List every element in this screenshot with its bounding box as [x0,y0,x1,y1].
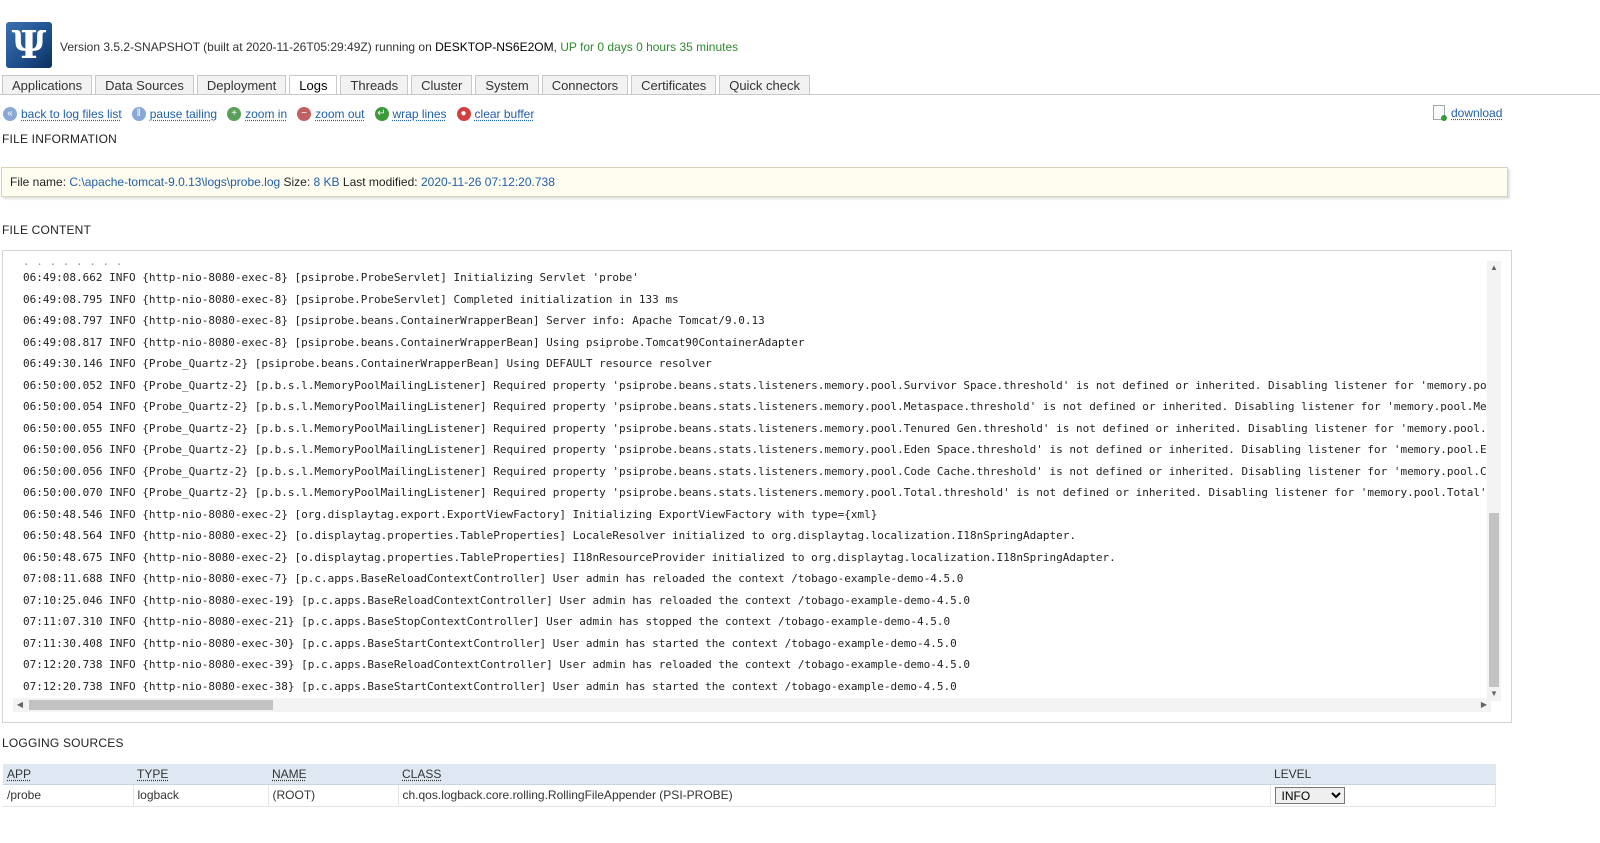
main-tabs: Applications Data Sources Deployment Log… [2,75,813,95]
column-header-name[interactable]: NAME [268,764,398,785]
log-line: 06:50:00.056 INFO {Probe_Quartz-2} [p.b.… [23,443,1489,456]
zoom-in-label: zoom in [245,107,288,121]
log-line: 06:49:08.662 INFO {http-nio-8080-exec-8}… [23,271,639,284]
log-line: 07:11:07.310 INFO {http-nio-8080-exec-21… [23,615,951,628]
log-line: 06:50:48.675 INFO {http-nio-8080-exec-2}… [23,550,1116,564]
log-line: 06:50:00.054 INFO {Probe_Quartz-2} [p.b.… [23,400,1489,413]
pause-tailing-label: pause tailing [149,107,218,121]
file-info-box: File name: C:\apache-tomcat-9.0.13\logs\… [1,167,1508,197]
file-size-label: Size: [283,175,311,189]
download-label: download [1451,105,1503,120]
file-name-value: C:\apache-tomcat-9.0.13\logs\probe.log [69,175,281,189]
vertical-scrollbar[interactable]: ▲ ▼ [1487,261,1501,701]
clear-buffer-label: clear buffer [474,107,535,121]
vertical-scroll-thumb[interactable] [1489,513,1499,687]
scroll-right-icon[interactable]: ▶ [1477,698,1491,712]
scroll-up-icon[interactable]: ▲ [1487,261,1501,275]
tab-connectors[interactable]: Connectors [541,75,629,95]
log-line: 06:50:00.052 INFO {Probe_Quartz-2} [p.b.… [23,378,1489,392]
pause-tailing-button[interactable]: ‖ pause tailing [131,107,218,121]
log-line: 06:50:48.564 INFO {http-nio-8080-exec-2}… [23,529,1076,542]
file-content-title: FILE CONTENT [2,223,92,237]
clear-buffer-button[interactable]: ● clear buffer [456,107,535,121]
zoom-out-icon: − [297,107,312,121]
horizontal-scroll-thumb[interactable] [29,700,273,710]
log-line: 06:49:30.146 INFO {Probe_Quartz-2} [psip… [23,357,712,370]
log-line: 06:50:00.056 INFO {Probe_Quartz-2} [p.b.… [23,464,1489,478]
pause-icon: ‖ [131,107,146,121]
cell-class: ch.qos.logback.core.rolling.RollingFileA… [398,784,1271,807]
log-line: 07:12:20.738 INFO {http-nio-8080-exec-38… [23,679,957,693]
host-name: DESKTOP-NS6E2OM [435,40,554,54]
level-select[interactable]: INFO [1274,786,1345,804]
cell-name: (ROOT) [268,784,399,807]
psi-probe-logo[interactable]: Ψ [6,22,52,68]
tab-threads[interactable]: Threads [340,75,409,95]
version-text: Version 3.5.2-SNAPSHOT (built at 2020-11… [60,40,436,54]
column-header-type[interactable]: TYPE [133,764,268,785]
log-line: 06:49:08.795 INFO {http-nio-8080-exec-8}… [23,292,679,306]
file-information-title: FILE INFORMATION [2,132,117,146]
cell-type: logback [133,784,269,807]
wrap-lines-button[interactable]: ↵ wrap lines [374,107,447,121]
tab-cluster[interactable]: Cluster [411,75,473,95]
tab-deployment[interactable]: Deployment [196,75,287,95]
log-line: 06:50:00.070 INFO {Probe_Quartz-2} [p.b.… [23,486,1489,499]
tabs-divider [0,94,1600,95]
version-info: Version 3.5.2-SNAPSHOT (built at 2020-11… [60,40,738,54]
column-header-app[interactable]: APP [3,764,133,785]
zoom-out-button[interactable]: − zoom out [297,107,365,121]
log-line: 07:11:30.408 INFO {http-nio-8080-exec-30… [23,636,957,650]
cell-level: INFO [1270,784,1496,807]
file-name-label: File name: [10,175,67,189]
zoom-in-button[interactable]: + zoom in [227,107,287,121]
logging-sources-table: APP TYPE NAME CLASS LEVEL /probe logback… [3,764,1496,807]
scroll-left-icon[interactable]: ◀ [13,698,27,712]
table-header-row: APP TYPE NAME CLASS LEVEL [3,764,1496,785]
last-modified-label: Last modified: [342,175,418,189]
logging-sources-title: LOGGING SOURCES [2,736,124,750]
file-size-value: 8 KB [313,175,340,189]
back-to-list-button[interactable]: « back to log files list [3,107,122,121]
column-header-level: LEVEL [1270,764,1496,785]
header: Ψ Version 3.5.2-SNAPSHOT (built at 2020-… [4,20,1594,70]
back-icon: « [3,107,17,121]
log-viewer[interactable]: . . . . . . . . 06:49:08.662 INFO {http-… [2,250,1512,723]
tab-data-sources[interactable]: Data Sources [95,75,194,95]
wrap-lines-label: wrap lines [392,107,447,121]
log-line: 07:12:20.738 INFO {http-nio-8080-exec-39… [23,658,971,671]
column-header-class[interactable]: CLASS [398,764,1270,785]
log-line: 06:49:08.817 INFO {http-nio-8080-exec-8}… [23,335,805,349]
horizontal-scrollbar[interactable]: ◀ ▶ [13,698,1491,712]
clear-icon: ● [456,107,471,121]
log-content[interactable]: . . . . . . . . 06:49:08.662 INFO {http-… [23,261,1489,701]
log-line: 07:08:11.688 INFO {http-nio-8080-exec-7}… [23,572,964,585]
zoom-out-label: zoom out [315,107,365,121]
uptime-text: UP for 0 days 0 hours 35 minutes [560,40,739,54]
tab-logs[interactable]: Logs [289,75,338,95]
log-line: 06:49:08.797 INFO {http-nio-8080-exec-8}… [23,314,765,327]
zoom-in-icon: + [227,107,242,121]
tab-applications[interactable]: Applications [2,75,93,95]
tab-system[interactable]: System [475,75,539,95]
log-line: 06:50:00.055 INFO {Probe_Quartz-2} [p.b.… [23,421,1489,435]
tab-quick-check[interactable]: Quick check [719,75,811,95]
tab-certificates[interactable]: Certificates [631,75,717,95]
log-line: 07:10:25.046 INFO {http-nio-8080-exec-19… [23,593,971,607]
log-toolbar: « back to log files list ‖ pause tailing… [3,105,544,123]
download-button[interactable]: download [1433,105,1503,121]
last-modified-value: 2020-11-26 07:12:20.738 [420,175,555,189]
download-icon [1433,105,1447,121]
table-row: /probe logback (ROOT) ch.qos.logback.cor… [3,784,1496,807]
back-to-list-label: back to log files list [21,107,122,121]
wrap-icon: ↵ [374,107,389,121]
cell-app: /probe [3,784,134,807]
log-line: 06:50:48.546 INFO {http-nio-8080-exec-2}… [23,507,878,521]
